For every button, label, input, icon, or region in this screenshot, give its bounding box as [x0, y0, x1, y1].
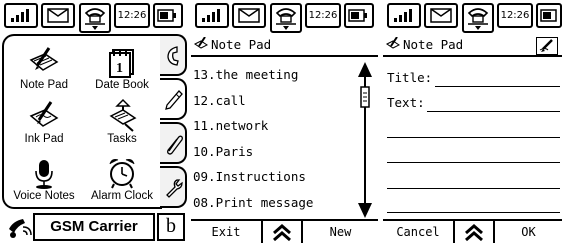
clock-time: 12:26 [497, 3, 533, 28]
title-label: Title: [387, 70, 433, 85]
clock-time: 12:26 [114, 3, 150, 28]
app-date-book[interactable]: 1 Date Book [84, 44, 160, 91]
app-voice-notes[interactable]: Voice Notes [6, 157, 82, 202]
phone-status-icon[interactable] [462, 3, 494, 33]
status-bar: 12:26 [191, 0, 378, 34]
title-input[interactable] [435, 86, 560, 87]
app-label: Alarm Clock [91, 190, 153, 202]
carrier-bar: GSM Carrier b [0, 212, 187, 243]
ink-mode-button[interactable] [536, 37, 558, 55]
phone-status-icon[interactable] [79, 3, 111, 33]
battery-icon [536, 3, 562, 28]
button-bar: Exit New [191, 219, 378, 243]
page-title: Note Pad [403, 37, 464, 52]
text-input-line[interactable] [427, 111, 560, 112]
corner-button[interactable]: b [157, 213, 185, 241]
battery-icon [344, 3, 374, 28]
mail-icon[interactable] [424, 3, 458, 28]
tasks-icon [109, 98, 137, 132]
page-title: Note Pad [211, 37, 272, 52]
new-button[interactable]: New [301, 221, 378, 243]
note-list: 13.the meeting 12.call 11.network 10.Par… [191, 60, 351, 220]
list-item[interactable]: 12.call [193, 93, 246, 108]
button-bar: Cancel OK [383, 219, 562, 243]
notepad-header: Note Pad [191, 35, 378, 57]
cancel-button[interactable]: Cancel [383, 221, 455, 243]
tab-pencil[interactable] [160, 78, 187, 120]
paperclip-icon [167, 135, 183, 155]
tab-paperclip[interactable] [160, 122, 187, 164]
list-item[interactable]: 09.Instructions [193, 169, 306, 184]
list-item[interactable]: 08.Print message [193, 195, 313, 210]
double-chevron-up-icon [465, 224, 483, 242]
signal-strength-icon [195, 3, 229, 28]
app-label: Tasks [107, 133, 137, 145]
app-label: Note Pad [20, 79, 68, 91]
signal-strength-icon [387, 3, 421, 28]
battery-icon [153, 3, 183, 28]
signal-strength-icon [4, 3, 38, 28]
home-chevron-button[interactable] [456, 221, 492, 243]
text-input-line[interactable] [387, 162, 560, 163]
mail-icon[interactable] [232, 3, 266, 28]
svg-text:1: 1 [116, 61, 123, 76]
category-tabs [160, 34, 187, 209]
exit-button[interactable]: Exit [191, 221, 263, 243]
ok-button[interactable]: OK [493, 221, 562, 243]
app-label: Voice Notes [13, 190, 75, 202]
app-label: Ink Pad [24, 133, 64, 145]
list-item[interactable]: 11.network [193, 118, 268, 133]
pen-icon [539, 39, 553, 52]
phone-icon [167, 46, 179, 66]
mail-icon[interactable] [41, 3, 75, 28]
network-phone-icon[interactable] [3, 213, 33, 241]
datebook-icon: 1 [109, 49, 134, 78]
notepad-list-screen: 12:26 Note Pad 13.the meeting 12.call 11… [191, 0, 378, 243]
app-tasks[interactable]: Tasks [84, 98, 160, 145]
tab-phone[interactable] [160, 34, 187, 76]
tab-wrench[interactable] [160, 166, 187, 208]
text-label: Text: [387, 95, 425, 110]
text-input-line[interactable] [387, 212, 560, 213]
launcher-screen: 12:26 Note Pad 1 Date Book Ink Pad Tasks… [0, 0, 187, 243]
home-chevron-button[interactable] [264, 221, 300, 243]
app-label: Date Book [95, 79, 149, 91]
status-bar: 12:26 [0, 0, 187, 34]
scroll-up-arrow-icon[interactable] [358, 62, 372, 77]
list-item[interactable]: 10.Paris [193, 144, 253, 159]
carrier-name[interactable]: GSM Carrier [33, 213, 155, 241]
clock-time: 12:26 [305, 3, 341, 28]
app-note-pad[interactable]: Note Pad [6, 46, 82, 91]
text-input-line[interactable] [387, 137, 560, 138]
inkpad-icon [29, 101, 59, 127]
new-note-screen: 12:26 Note Pad Title: Text: Cancel OK [383, 0, 562, 243]
status-bar: 12:26 [383, 0, 562, 34]
app-grid-panel: Note Pad 1 Date Book Ink Pad Tasks Voice… [2, 34, 162, 209]
notepad-icon [29, 47, 59, 71]
app-ink-pad[interactable]: Ink Pad [6, 100, 82, 145]
scrollbar[interactable] [355, 60, 375, 220]
wrench-icon [166, 179, 183, 198]
notepad-small-icon [194, 36, 208, 49]
notepad-small-icon [386, 36, 400, 49]
microphone-icon [35, 160, 53, 189]
app-alarm-clock[interactable]: Alarm Clock [84, 155, 160, 202]
alarm-clock-icon [109, 159, 135, 189]
scroll-down-arrow-icon[interactable] [358, 203, 372, 218]
phone-status-icon[interactable] [270, 3, 302, 33]
pencil-icon [165, 90, 183, 110]
text-input-line[interactable] [387, 188, 560, 189]
double-chevron-up-icon [273, 224, 291, 242]
list-item[interactable]: 13.the meeting [193, 67, 298, 82]
